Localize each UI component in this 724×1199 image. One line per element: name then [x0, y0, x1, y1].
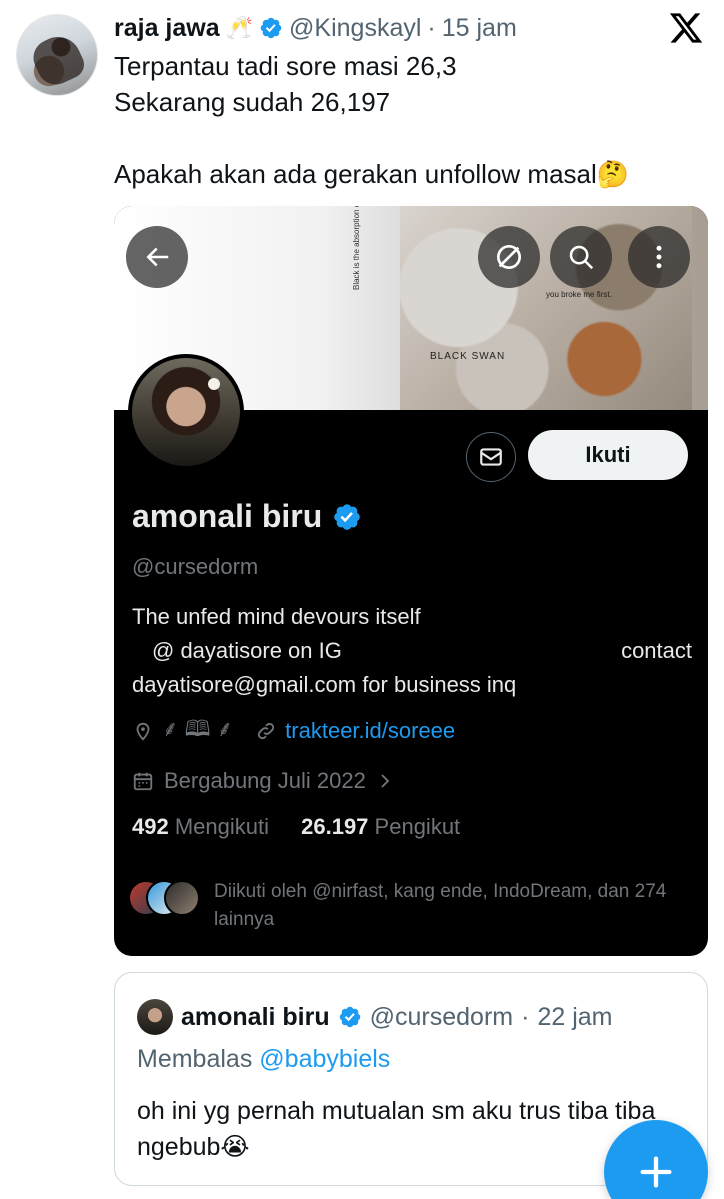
arrow-left-icon	[146, 247, 169, 267]
bio-contact: contact	[621, 638, 692, 663]
search-icon	[569, 245, 594, 270]
following-label: Mengikuti	[174, 814, 269, 839]
tweet-line-1: Terpantau tadi sore masi 26,3	[114, 51, 457, 81]
quote-avatar[interactable]	[137, 999, 173, 1035]
profile-handle: @cursedorm	[132, 554, 259, 579]
bio-line-3: dayatisore@gmail.com for business inq	[132, 672, 517, 697]
profile-meta-location-link: ⸙ 🕮 ⸙ trakteer.id/soreee	[132, 716, 455, 746]
verified-icon	[260, 17, 282, 39]
followers-link[interactable]: 26.197 Pengikut	[301, 814, 460, 839]
separator-dot: ·	[521, 1002, 530, 1031]
quote-header: amonali biru @cursedorm · 22 jam	[137, 999, 613, 1035]
mutual-avatar	[164, 880, 200, 916]
link-icon	[258, 722, 275, 740]
bio-line-2: @ dayatisore on IG contact	[132, 634, 692, 668]
separator-dot: ·	[427, 13, 436, 42]
profile-location: ⸙ 🕮 ⸙	[162, 716, 234, 741]
slash-circle-icon	[497, 245, 521, 269]
verified-icon	[339, 1006, 360, 1028]
grok-button[interactable]	[478, 226, 540, 288]
following-count: 492	[132, 814, 169, 839]
location-icon	[136, 722, 150, 741]
more-vertical-icon	[656, 245, 662, 269]
x-logo-icon	[669, 13, 703, 43]
reply-context: Membalas @babybiels	[137, 1045, 390, 1074]
tweet-line-2: Sekarang sudah 26,197	[114, 87, 391, 117]
banner-caption-broke: you broke me first.	[546, 290, 612, 299]
plus-icon	[640, 1156, 672, 1188]
author-avatar[interactable]	[16, 14, 98, 96]
followers-label: Pengikut	[374, 814, 461, 839]
profile-joined-row[interactable]: Bergabung Juli 2022	[132, 766, 394, 796]
profile-stats: 492 Mengikuti 26.197 Pengikut	[132, 814, 460, 840]
author-emoji: 🥂	[225, 15, 254, 40]
calendar-icon	[133, 772, 153, 791]
quote-text: oh ini yg pernah mutualan sm aku trus ti…	[137, 1097, 656, 1161]
mail-icon	[480, 448, 502, 466]
profile-joined: Bergabung Juli 2022	[164, 768, 366, 793]
reply-mention[interactable]: @babybiels	[259, 1045, 390, 1073]
profile-name-row: amonali biru	[132, 498, 362, 535]
profile-screenshot[interactable]: Black is the absorption of all color BLA…	[114, 206, 708, 956]
bio-ig: @ dayatisore on IG	[152, 638, 342, 663]
bio-line-1: The unfed mind devours itself	[132, 604, 421, 629]
banner-caption-vertical: Black is the absorption of all color	[352, 206, 361, 290]
author-handle[interactable]: @Kingskayl	[289, 14, 421, 43]
followers-count: 26.197	[301, 814, 369, 839]
followed-by-text: Diikuti oleh @nirfast, kang ende, IndoDr…	[214, 881, 667, 930]
follow-button[interactable]: Ikuti	[528, 430, 688, 480]
verified-icon	[334, 503, 361, 530]
banner-caption-swan: BLACK SWAN	[430, 351, 506, 362]
tweet-body: Terpantau tadi sore masi 26,3 Sekarang s…	[114, 48, 704, 192]
tweet-time[interactable]: 15 jam	[442, 14, 517, 43]
profile-name: amonali biru	[132, 498, 323, 534]
quote-author-handle[interactable]: @cursedorm	[370, 1003, 513, 1032]
reply-prefix: Membalas	[137, 1045, 253, 1073]
back-button[interactable]	[126, 226, 188, 288]
followed-by-row[interactable]: Diikuti oleh @nirfast, kang ende, IndoDr…	[128, 878, 684, 934]
profile-avatar[interactable]	[128, 354, 244, 470]
tweet-line-3: Apakah akan ada gerakan unfollow masal🤔	[114, 159, 630, 189]
mutual-avatars	[128, 878, 204, 918]
more-button[interactable]	[628, 226, 690, 288]
quote-author-name[interactable]: amonali biru	[181, 1003, 330, 1032]
message-button[interactable]	[466, 432, 516, 482]
author-name[interactable]: raja jawa	[114, 14, 220, 43]
profile-bio: The unfed mind devours itself @ dayatiso…	[132, 600, 692, 702]
profile-link[interactable]: trakteer.id/soreee	[285, 718, 455, 744]
chevron-right-icon	[381, 774, 390, 788]
following-link[interactable]: 492 Mengikuti	[132, 814, 269, 839]
search-button[interactable]	[550, 226, 612, 288]
tweet-header: raja jawa 🥂 @Kingskayl · 15 jam	[114, 12, 517, 44]
quote-time[interactable]: 22 jam	[537, 1003, 612, 1032]
